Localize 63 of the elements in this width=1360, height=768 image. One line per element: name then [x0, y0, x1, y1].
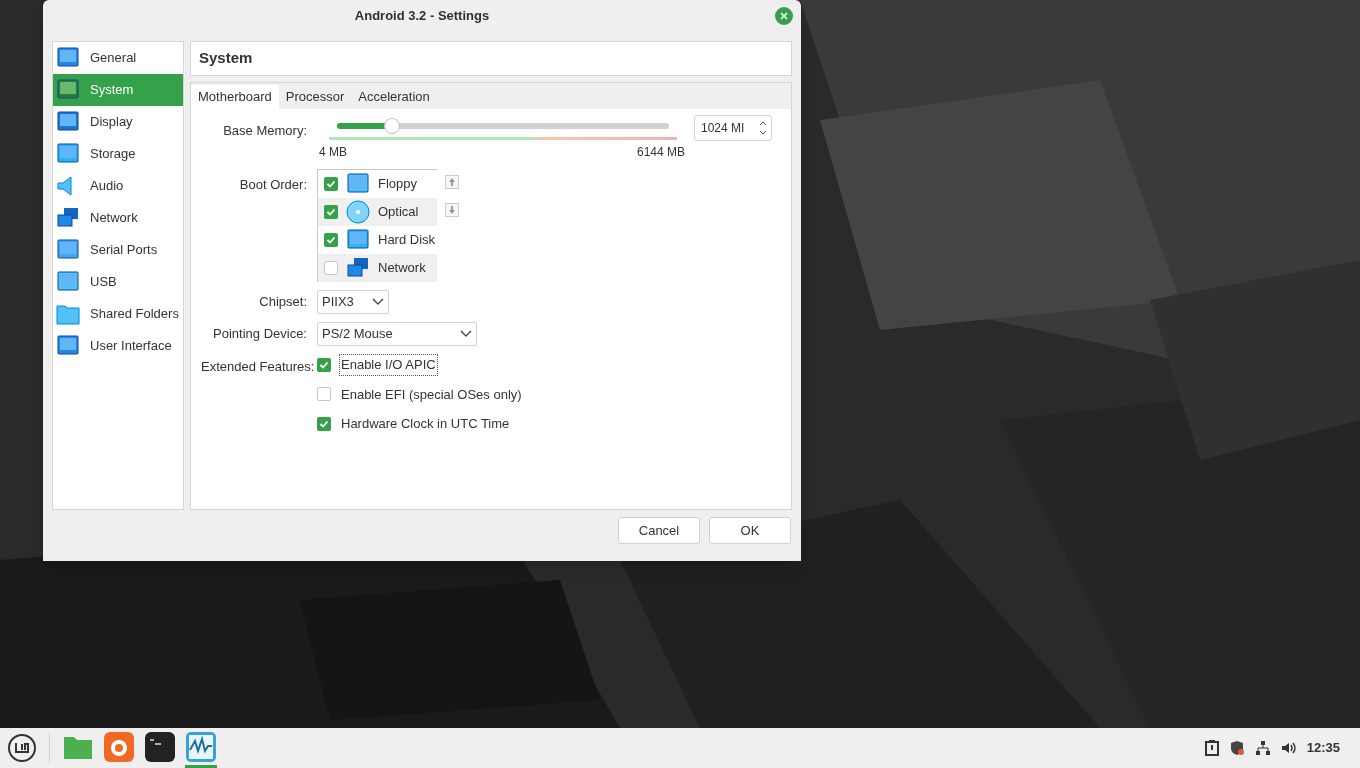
- dropdown[interactable]: PS/2 Mouse: [317, 322, 477, 346]
- min-label: 4 MB: [319, 144, 347, 161]
- monitor-icon: [56, 110, 80, 134]
- sidebar-item[interactable]: General: [53, 42, 183, 74]
- dialog-button[interactable]: OK: [709, 517, 791, 544]
- volume-icon[interactable]: [1280, 740, 1297, 756]
- field-label: Boot Order:: [238, 176, 308, 194]
- sidebar-item[interactable]: Network: [53, 202, 183, 234]
- browser-icon: [104, 731, 134, 762]
- field-label: Extended Features:: [201, 358, 316, 376]
- system-monitor-icon: [186, 731, 216, 762]
- boot-item[interactable]: Optical: [318, 198, 437, 226]
- checkbox-label[interactable]: Hardware Clock in UTC Time: [339, 413, 512, 435]
- network-icon: [56, 206, 80, 230]
- sidebar-item[interactable]: Shared Folders: [53, 298, 183, 330]
- checkmark-icon: [319, 418, 329, 429]
- checkbox[interactable]: [324, 205, 338, 219]
- close-icon: [780, 12, 788, 20]
- sidebar-item[interactable]: User Interface: [53, 330, 183, 362]
- checkbox-label[interactable]: Enable I/O APIC: [339, 354, 438, 376]
- checkmark-icon: [319, 359, 329, 370]
- checkbox[interactable]: [324, 177, 338, 191]
- checkbox[interactable]: [317, 387, 331, 402]
- checkbox[interactable]: [317, 357, 331, 372]
- clipboard-icon[interactable]: [1204, 740, 1219, 756]
- shield-icon[interactable]: [1228, 740, 1245, 756]
- menu-icon[interactable]: [7, 733, 37, 763]
- move-up-icon[interactable]: [445, 175, 459, 189]
- checkmark-icon: [326, 179, 336, 189]
- field-label: Base Memory:: [222, 122, 308, 140]
- sidebar-item[interactable]: Display: [53, 106, 183, 138]
- disc-icon: [346, 200, 370, 224]
- network-icon: [346, 256, 370, 280]
- sidebar-item[interactable]: USB: [53, 266, 183, 298]
- slider-thumb[interactable]: [384, 118, 401, 134]
- network-icon[interactable]: [1254, 740, 1271, 756]
- checkbox-label[interactable]: Enable EFI (special OSes only): [339, 383, 524, 405]
- checkbox[interactable]: [324, 233, 338, 247]
- field-label: Pointing Device:: [212, 325, 308, 344]
- close-button[interactable]: [775, 7, 793, 25]
- dialog-button[interactable]: Cancel: [618, 517, 700, 544]
- page-title: System: [199, 48, 253, 69]
- move-down-icon[interactable]: [445, 203, 459, 217]
- clock[interactable]: 12:35: [1306, 738, 1340, 758]
- monitor-icon: [56, 46, 80, 70]
- dropdown[interactable]: PIIX3: [317, 290, 389, 314]
- sidebar-item[interactable]: Audio: [53, 170, 183, 202]
- tab[interactable]: Motherboard: [191, 85, 279, 109]
- window-title: Android 3.2 - Settings: [354, 7, 490, 26]
- checkmark-icon: [326, 235, 336, 245]
- checkbox[interactable]: [317, 416, 331, 431]
- checkmark-icon: [326, 207, 336, 217]
- terminal-icon: [145, 731, 175, 762]
- boot-item[interactable]: Network: [318, 254, 437, 282]
- memory-spinbox[interactable]: 1024 MI: [694, 115, 772, 141]
- folder-icon: [56, 302, 80, 326]
- sidebar-item[interactable]: Storage: [53, 138, 183, 170]
- field-label: Chipset:: [258, 293, 308, 312]
- checkbox[interactable]: [324, 261, 338, 275]
- chevron-down-icon: [460, 330, 472, 338]
- chevron-down-icon: [372, 298, 384, 306]
- sidebar-item[interactable]: Serial Ports: [53, 234, 183, 266]
- max-label: 6144 MB: [636, 144, 685, 161]
